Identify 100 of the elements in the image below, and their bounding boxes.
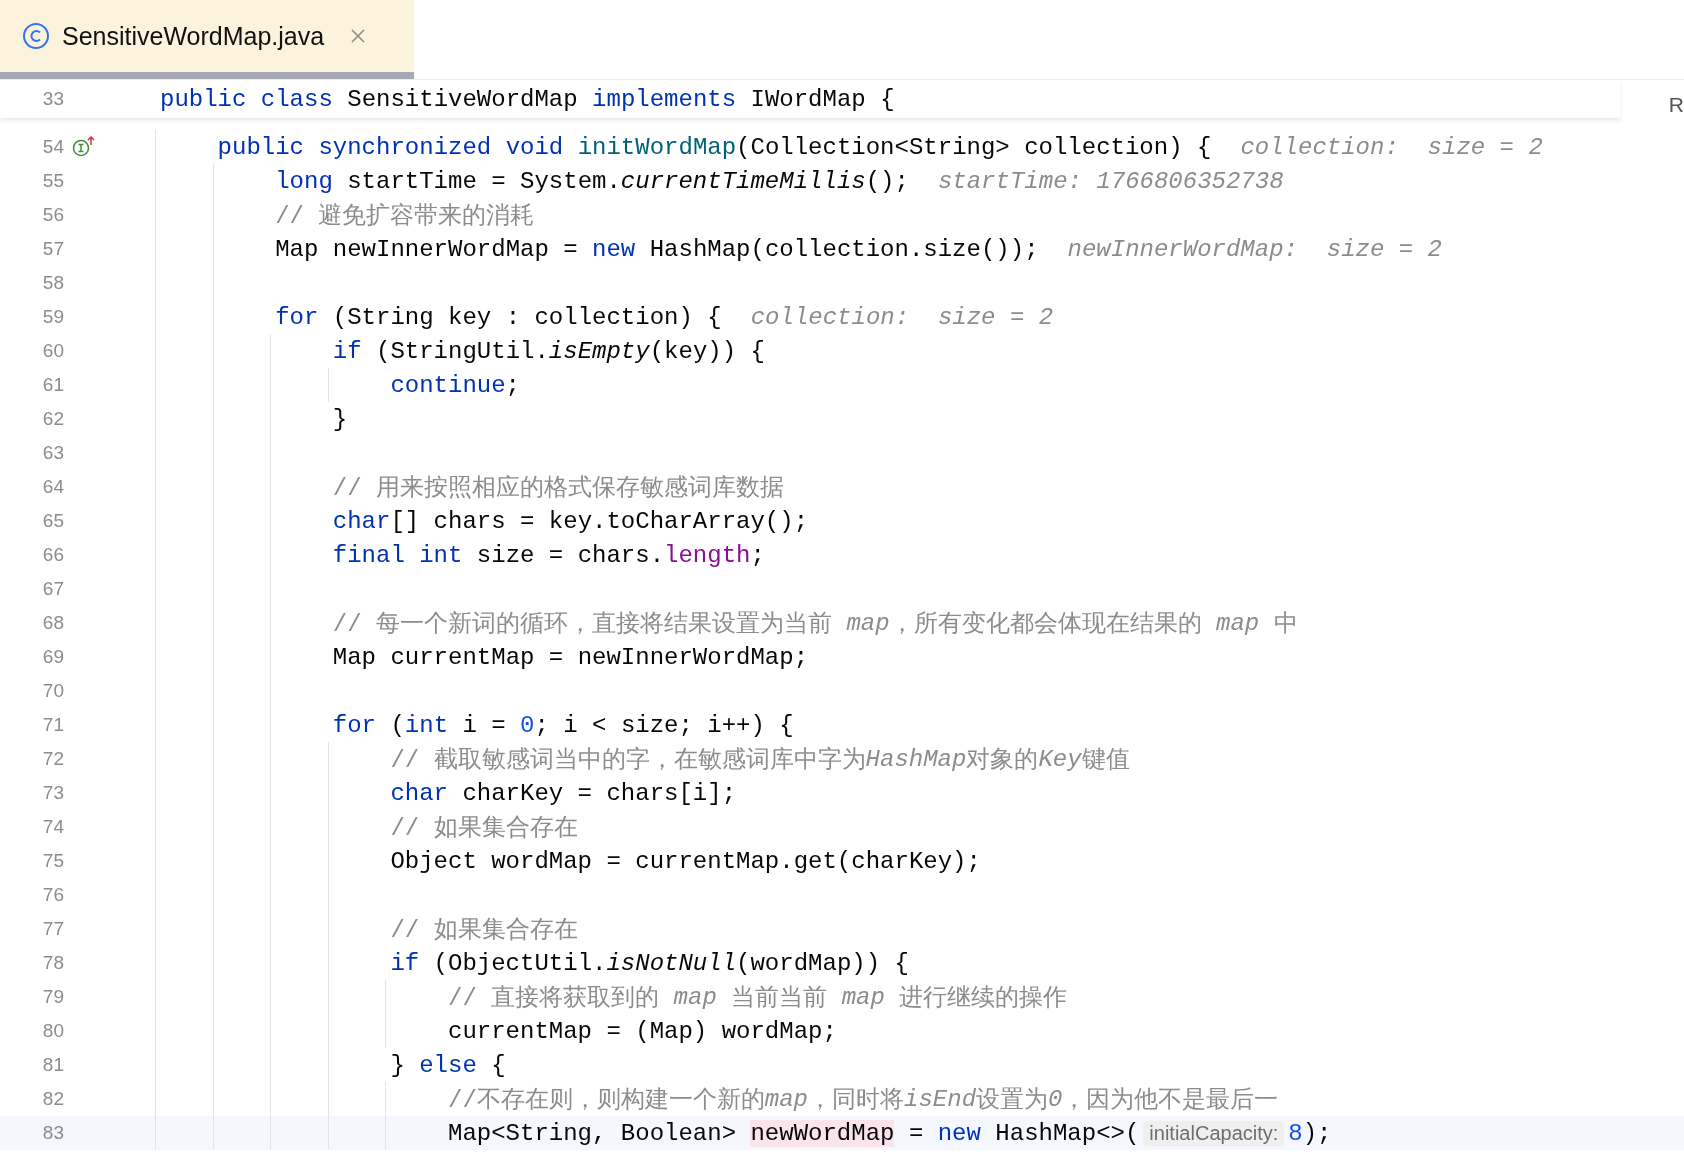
line-number: 55 xyxy=(41,170,64,192)
code-comment: 当前当前 xyxy=(730,984,829,1013)
code-comment: map xyxy=(841,983,885,1011)
code-text: (key)) { xyxy=(649,337,765,365)
code-comment: // 每一个新词的循环，直接将结果设置为当前 xyxy=(332,610,833,639)
line-number: 82 xyxy=(41,1088,64,1110)
code-comment: // 用来按照相应的格式保存敏感词库数据 xyxy=(332,474,784,503)
parameter-hint[interactable]: initialCapacity: xyxy=(1143,1120,1285,1146)
line-number: 56 xyxy=(41,204,64,226)
line-number: 72 xyxy=(41,748,64,770)
line-number: 57 xyxy=(41,238,64,260)
code-text: HashMap<>( xyxy=(994,1119,1140,1147)
code-text: ; i < size; i++) { xyxy=(534,711,794,739)
code-text: charKey = chars[i]; xyxy=(461,779,737,807)
method-call: currentTimeMillis xyxy=(620,167,866,195)
line-number: 75 xyxy=(41,850,64,872)
code-text: (ObjectUtil. xyxy=(432,949,607,977)
keyword: new xyxy=(592,235,636,263)
code-comment: 设置为 xyxy=(976,1086,1049,1115)
code-text: (String key : collection) { xyxy=(331,303,722,331)
debug-value-hint: collection: size = 2 xyxy=(1240,133,1543,161)
line-number: 65 xyxy=(41,510,64,532)
code-comment: map xyxy=(673,983,717,1011)
line-number: 63 xyxy=(41,442,64,464)
code-text: Map currentMap = newInnerWordMap; xyxy=(332,643,809,671)
keyword: final int xyxy=(332,541,463,569)
code-comment: map xyxy=(846,609,890,637)
code-text: size = chars. xyxy=(475,541,665,569)
code-comment: // 直接将获取到的 xyxy=(448,984,661,1013)
file-tab[interactable]: SensitiveWordMap.java xyxy=(0,0,414,79)
keyword: public synchronized void xyxy=(217,133,565,161)
line-number: 77 xyxy=(41,918,64,940)
method-call: isNotNull xyxy=(606,949,737,977)
line-number: 71 xyxy=(41,714,64,736)
code-comment: HashMap xyxy=(865,745,967,773)
code-comment: 进行继续的操作 xyxy=(898,984,1068,1013)
code-text: Map newInnerWordMap = xyxy=(275,235,579,263)
code-comment: 对象的 xyxy=(966,746,1039,775)
keyword: public class xyxy=(160,85,333,113)
code-comment: map xyxy=(764,1085,809,1113)
line-number: 81 xyxy=(41,1054,64,1076)
line-number: 78 xyxy=(41,952,64,974)
method-call: isEmpty xyxy=(548,337,650,365)
code-comment: // 截取敏感词当中的字，在敏感词库中字为 xyxy=(390,745,866,775)
line-number: 33 xyxy=(41,88,64,110)
code-text: startTime = System. xyxy=(346,167,621,195)
side-panel-label[interactable]: R xyxy=(1668,93,1684,117)
line-number: 79 xyxy=(41,986,64,1008)
keyword: for xyxy=(332,711,376,739)
code-text: ( xyxy=(389,711,405,739)
code-text: Map<String, Boolean> xyxy=(448,1119,738,1147)
line-number: 62 xyxy=(41,408,64,430)
method-name: initWordMap xyxy=(577,133,737,161)
code-comment: 0 xyxy=(1048,1085,1063,1113)
line-number: 70 xyxy=(41,680,64,702)
line-number: 74 xyxy=(41,816,64,838)
code-text: (); xyxy=(865,167,909,195)
keyword: long xyxy=(275,167,333,195)
line-number: 59 xyxy=(41,306,64,328)
debug-value-hint: startTime: 1766806352738 xyxy=(937,167,1284,195)
keyword: implements xyxy=(592,85,737,113)
code-text: } xyxy=(332,405,348,433)
number-literal: 0 xyxy=(520,711,535,739)
code-text: = xyxy=(907,1119,925,1147)
line-number: 73 xyxy=(41,782,64,804)
keyword: continue xyxy=(390,371,506,399)
code-comment: // 如果集合存在 xyxy=(390,916,578,945)
code-text: ); xyxy=(1302,1119,1332,1147)
code-text: SensitiveWordMap xyxy=(346,85,579,113)
keyword: char xyxy=(332,507,391,535)
close-icon[interactable] xyxy=(350,28,367,44)
code-comment: //不存在则，则构建一个新的 xyxy=(448,1086,765,1115)
code-text: currentMap = (Map) wordMap; xyxy=(448,1017,837,1045)
code-comment: map xyxy=(1216,609,1260,637)
code-text: { xyxy=(490,1051,506,1079)
line-number: 58 xyxy=(41,272,64,294)
code-text: IWordMap { xyxy=(749,85,895,113)
keyword: if xyxy=(332,337,362,365)
code-comment: 键值 xyxy=(1081,746,1130,775)
keyword: else xyxy=(419,1051,477,1079)
highlighted-usage: newWordMap xyxy=(750,1119,895,1147)
line-number: 67 xyxy=(41,578,64,600)
code-comment: 中 xyxy=(1272,610,1298,639)
implements-marker-icon[interactable] xyxy=(72,136,96,158)
keyword: int xyxy=(404,711,449,739)
code-text: (Collection<String> collection) { xyxy=(736,133,1212,161)
line-number: 64 xyxy=(41,476,64,498)
line-number: 76 xyxy=(41,884,64,906)
number-literal: 8 xyxy=(1288,1119,1303,1147)
code-comment: ，因为他不是最后一 xyxy=(1062,1086,1279,1115)
code-text: ; xyxy=(750,541,765,569)
code-text: [] chars = key.toCharArray(); xyxy=(390,507,809,535)
keyword: for xyxy=(275,303,319,331)
code-comment: ，所有变化都会体现在结果的 xyxy=(889,610,1203,639)
keyword: if xyxy=(390,949,420,977)
line-number: 61 xyxy=(41,374,64,396)
code-comment: isEnd xyxy=(904,1085,977,1113)
code-text: (wordMap)) { xyxy=(736,949,909,977)
code-text: } xyxy=(390,1051,406,1079)
line-number: 69 xyxy=(41,646,64,668)
